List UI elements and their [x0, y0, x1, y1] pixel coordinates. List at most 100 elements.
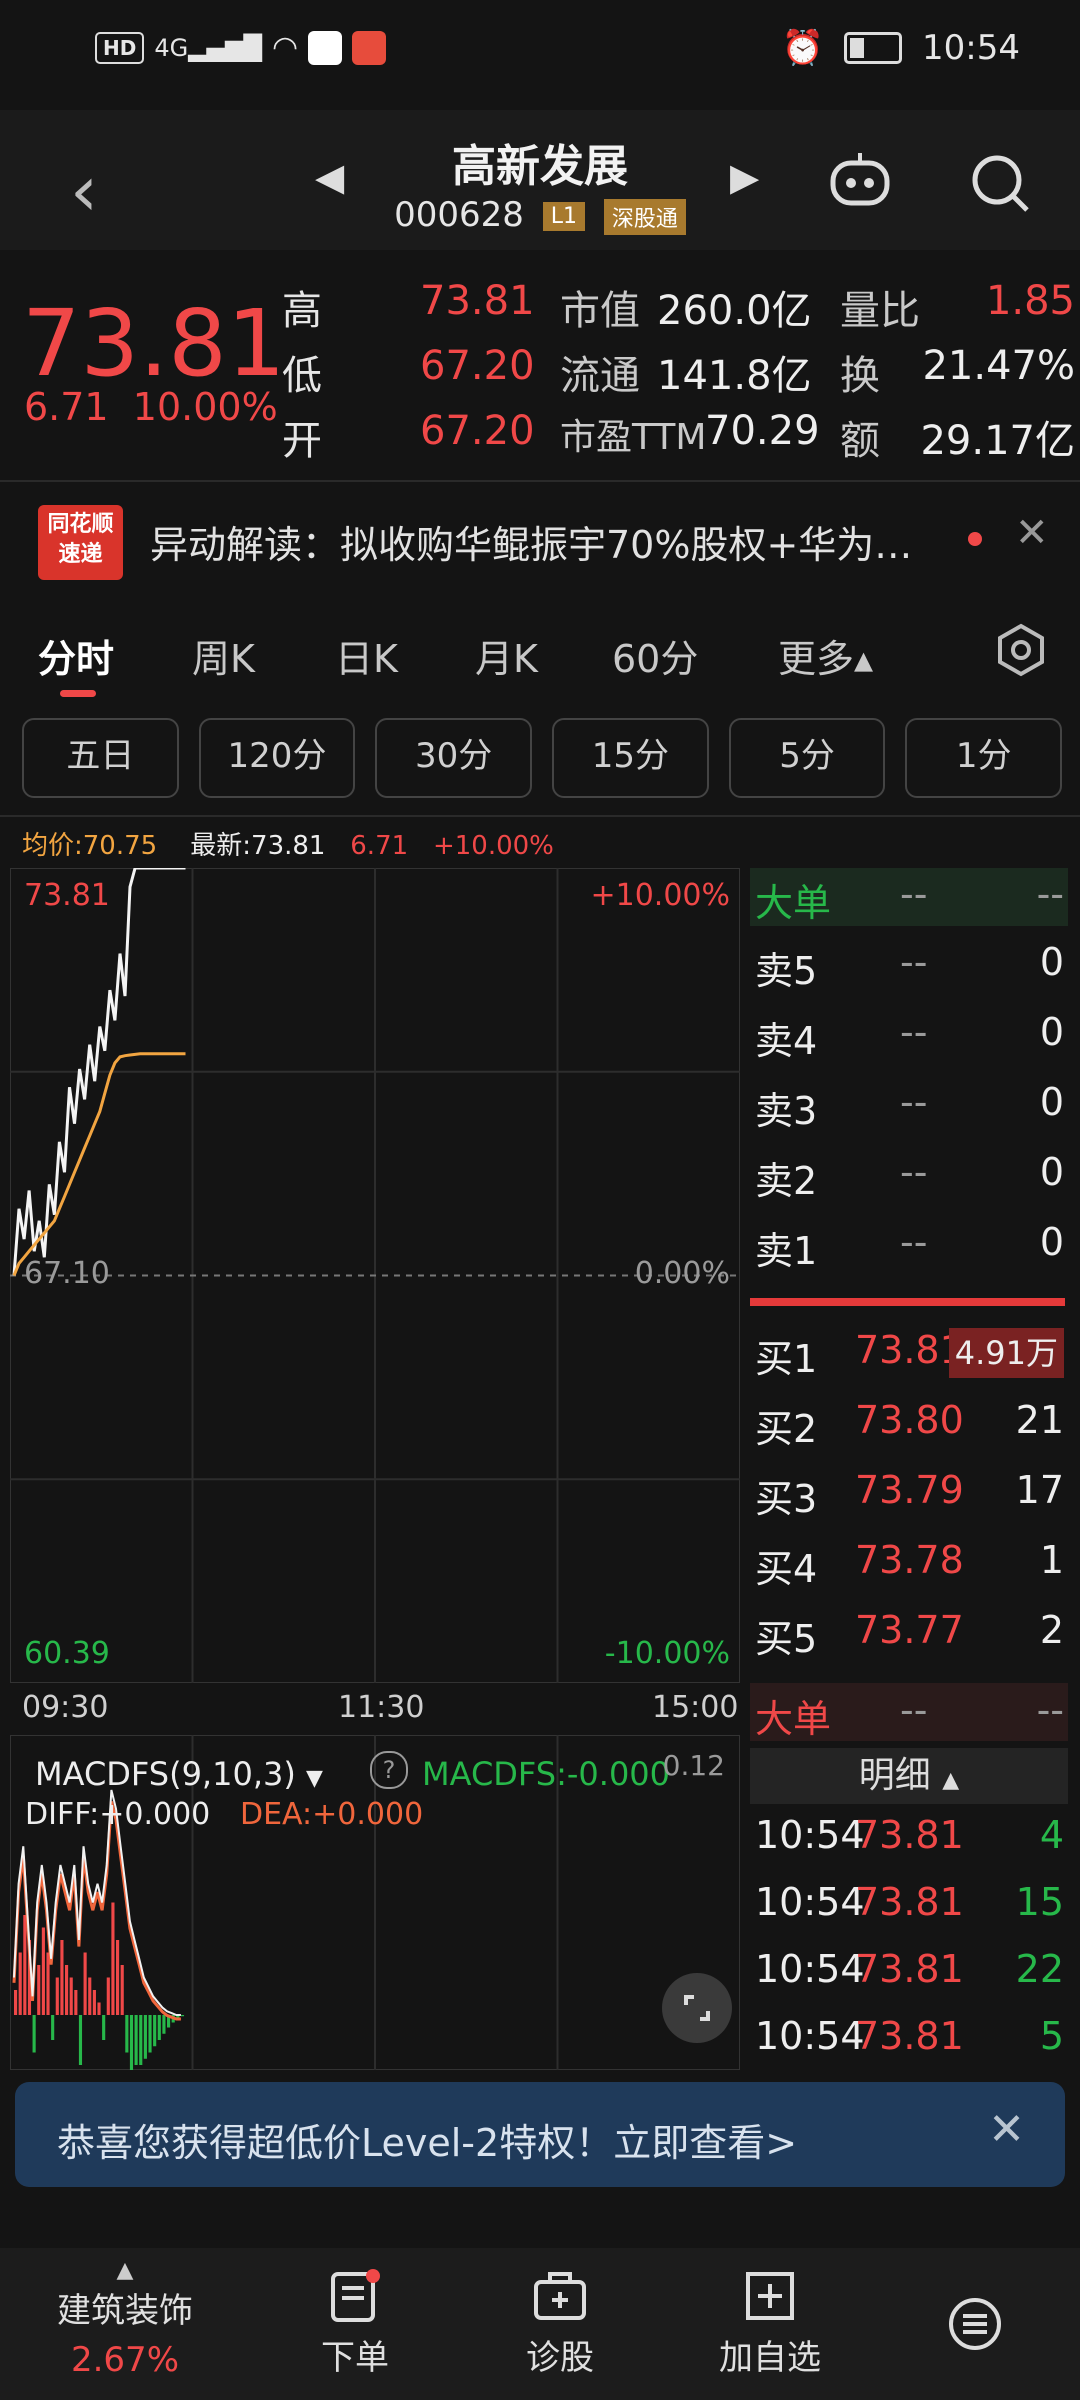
ask-row[interactable]: 卖5 -- 0	[750, 940, 1070, 993]
intraday-chart[interactable]: 73.81 +10.00% 67.10 0.00% 60.39 -10.00%	[9, 866, 741, 1684]
bid-label: 买4	[755, 1547, 818, 1591]
add-watchlist-label: 加自选	[719, 2338, 821, 2378]
status-left: HD 4G▂▄▆█ ◠	[95, 30, 387, 65]
bid-row[interactable]: 买5 73.77 2	[750, 1608, 1070, 1661]
ask-price: --	[900, 1080, 928, 1124]
close-icon[interactable]: ✕	[988, 2104, 1025, 2155]
robot-assistant-icon[interactable]	[825, 145, 895, 215]
ask-price: --	[900, 1150, 928, 1194]
wifi-icon: ◠	[272, 30, 299, 65]
bid-label: 买1	[755, 1337, 818, 1381]
tab-intraday[interactable]: 分时	[38, 628, 114, 683]
period-15min[interactable]: 15分	[552, 718, 709, 798]
period-1min[interactable]: 1分	[905, 718, 1063, 798]
ask-row[interactable]: 卖4 -- 0	[750, 1010, 1070, 1063]
tab-weekly[interactable]: 周K	[192, 628, 255, 683]
x-tick-open: 09:30	[22, 1690, 109, 1725]
close-icon[interactable]: ✕	[1015, 510, 1049, 556]
tick-volume: 15	[1015, 1880, 1064, 1924]
market-tag[interactable]: 深股通	[603, 198, 686, 235]
macd-bar	[60, 1940, 64, 2015]
stock-code: 000628	[394, 195, 524, 235]
next-stock-icon[interactable]: ▶	[730, 155, 759, 199]
intraday-chart-svg	[9, 866, 741, 1684]
bid-price: 73.77	[855, 1608, 964, 1652]
macd-bar	[120, 1965, 124, 2015]
diagnose-label: 诊股	[526, 2338, 594, 2378]
big-order-label: 大单	[755, 881, 832, 925]
promo-banner[interactable]: 恭喜您获得超低价Level-2特权！立即查看> ✕	[15, 2082, 1065, 2187]
order-button[interactable]: 下单	[300, 2268, 410, 2379]
tab-60min[interactable]: 60分	[612, 628, 698, 683]
news-ticker[interactable]: 同花顺 速递 异动解读：拟收购华鲲振宇70%股权+华为… ✕	[0, 480, 1080, 595]
tab-daily[interactable]: 日K	[335, 628, 398, 683]
help-icon[interactable]: ?	[370, 1751, 408, 1789]
period-selector: 五日 120分 30分 15分 5分 1分	[22, 718, 1063, 798]
menu-icon[interactable]	[945, 2294, 1005, 2354]
add-watchlist-button[interactable]: 加自选	[705, 2268, 835, 2379]
bid-price: 73.78	[855, 1538, 964, 1582]
value-float: 141.8亿	[657, 353, 812, 399]
latest-pct: +10.00%	[432, 831, 554, 861]
tick-price: 73.81	[855, 2014, 964, 2058]
macd-bar	[106, 1977, 110, 2015]
macd-bar	[23, 1915, 27, 2015]
detail-header[interactable]: 明细 ▲	[750, 1748, 1068, 1804]
bid-row[interactable]: 买3 73.79 17	[750, 1468, 1070, 1521]
bid-row[interactable]: 买2 73.80 21	[750, 1398, 1070, 1451]
clock: 10:54	[922, 28, 1020, 68]
latest-change: 6.71	[350, 831, 409, 861]
macd-bar	[102, 2015, 106, 2040]
macd-bar	[143, 2015, 147, 2059]
macd-panel[interactable]: MACDFS(9,10,3) ▼ ? MACDFS:-0.000 0.12 DI…	[9, 1734, 741, 2078]
ask-row[interactable]: 卖3 -- 0	[750, 1080, 1070, 1133]
macd-bar	[32, 2015, 36, 2053]
sector-button[interactable]: ▲ 建筑装饰 2.67%	[30, 2258, 220, 2380]
period-120min[interactable]: 120分	[198, 718, 356, 798]
ask-volume: 0	[1039, 1080, 1064, 1124]
banner-text[interactable]: 恭喜您获得超低价Level-2特权！立即查看>	[57, 2112, 797, 2167]
tick-volume: 22	[1015, 1947, 1064, 1991]
order-icon	[331, 2269, 380, 2322]
app-icon-2	[352, 30, 387, 65]
hd-indicator: HD	[95, 31, 145, 64]
search-icon[interactable]	[965, 148, 1035, 218]
macd-bar	[162, 2015, 166, 2034]
avg-price-series-line	[12, 1052, 186, 1277]
signal-icon: 4G▂▄▆█	[154, 33, 263, 62]
macd-bar	[125, 2015, 129, 2053]
tab-more[interactable]: 更多▴	[778, 628, 873, 683]
macd-scale: 0.12	[662, 1749, 725, 1782]
stock-name: 高新发展	[452, 141, 628, 192]
big-order-dash-1: --	[900, 872, 928, 916]
macd-indicator-select[interactable]: MACDFS(9,10,3) ▼	[35, 1755, 323, 1793]
ask-row[interactable]: 卖2 -- 0	[750, 1150, 1070, 1203]
news-text[interactable]: 异动解读：拟收购华鲲振宇70%股权+华为…	[150, 514, 912, 569]
value-high: 73.81	[420, 278, 535, 324]
sector-name: 建筑装饰	[57, 2291, 193, 2331]
bid-row[interactable]: 买4 73.78 1	[750, 1538, 1070, 1591]
tab-active-indicator	[60, 690, 96, 697]
bid-row[interactable]: 买1 73.81 4.91万	[750, 1328, 1070, 1381]
fullscreen-icon[interactable]	[662, 1973, 732, 2043]
briefcase-icon	[534, 2272, 586, 2320]
tick-time: 10:54	[755, 1813, 865, 1857]
bid-price: 73.81	[855, 1328, 964, 1372]
period-5day[interactable]: 五日	[22, 718, 179, 798]
settings-icon[interactable]	[993, 622, 1049, 678]
status-right: ⏰ 10:54	[782, 28, 1020, 68]
period-30min[interactable]: 30分	[375, 718, 533, 798]
big-order-dash-3: --	[900, 1688, 928, 1732]
diagnose-button[interactable]: 诊股	[505, 2268, 615, 2379]
macd-bar	[78, 2015, 83, 2065]
ask-label: 卖1	[755, 1229, 818, 1273]
label-high: 高	[282, 288, 322, 334]
trade-tick-row: 10:54 73.81 5	[750, 2014, 1070, 2064]
macd-bar	[111, 1902, 115, 2015]
period-5min[interactable]: 5分	[728, 718, 886, 798]
tick-price: 73.81	[855, 1813, 964, 1857]
bid-label: 买2	[755, 1407, 818, 1451]
y-top-label: 73.81	[24, 878, 110, 913]
tab-monthly[interactable]: 月K	[475, 628, 538, 683]
ask-row[interactable]: 卖1 -- 0	[750, 1220, 1070, 1273]
